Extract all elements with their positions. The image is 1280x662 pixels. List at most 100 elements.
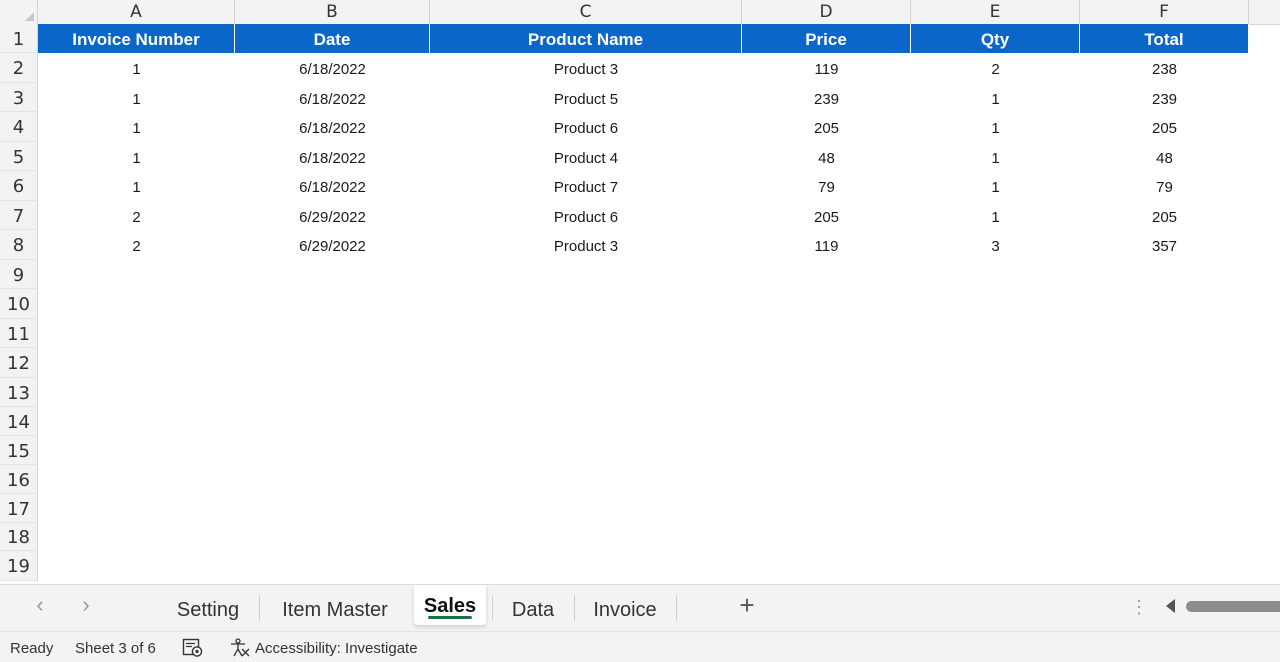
column-header-c[interactable]: C [430,0,742,24]
cell-qty[interactable]: 1 [911,201,1080,230]
cell-date[interactable]: 6/18/2022 [235,171,430,201]
cell-price[interactable]: 239 [742,83,911,112]
cell-price[interactable]: 205 [742,112,911,142]
active-tab-indicator [428,616,472,619]
cell-total[interactable]: 238 [1080,53,1249,83]
select-all-corner[interactable] [0,0,38,24]
sheet-tab-item-master[interactable]: Item Master [264,585,406,631]
header-cell-price[interactable]: Price [742,24,911,53]
tab-separator [574,595,575,621]
row-header-17[interactable]: 17 [0,494,38,523]
accessibility-icon[interactable] [229,638,251,662]
cell-invoice-number[interactable]: 1 [38,112,235,142]
horizontal-scrollbar-thumb[interactable] [1186,601,1280,612]
cell-qty[interactable]: 1 [911,142,1080,171]
cell-product-name[interactable]: Product 4 [430,142,742,171]
row-header-3[interactable]: 3 [0,83,38,112]
cell-qty[interactable]: 2 [911,53,1080,83]
cell-invoice-number[interactable]: 2 [38,201,235,230]
cell-price[interactable]: 119 [742,53,911,83]
chevron-right-icon[interactable]: › [74,593,98,617]
scroll-left-icon[interactable] [1166,599,1175,613]
cell-date[interactable]: 6/29/2022 [235,201,430,230]
column-header-d[interactable]: D [742,0,911,24]
cell-invoice-number[interactable]: 2 [38,230,235,260]
cell-product-name[interactable]: Product 6 [430,201,742,230]
row-header-6[interactable]: 6 [0,171,38,201]
sheet-tab-sales[interactable]: Sales [414,585,486,625]
status-sheet-count: Sheet 3 of 6 [75,640,156,657]
row-header-5[interactable]: 5 [0,142,38,171]
cell-qty[interactable]: 3 [911,230,1080,260]
column-header-a[interactable]: A [38,0,235,24]
more-vertical-icon[interactable]: ⋮ [1130,597,1148,618]
cell-date[interactable]: 6/18/2022 [235,112,430,142]
cell-invoice-number[interactable]: 1 [38,83,235,112]
header-cell-qty[interactable]: Qty [911,24,1080,53]
workbook-statistics-icon[interactable] [182,638,204,662]
cell-qty[interactable]: 1 [911,83,1080,112]
row-header-14[interactable]: 14 [0,407,38,436]
cell-total[interactable]: 79 [1080,171,1249,201]
row-header-8[interactable]: 8 [0,230,38,260]
cell-invoice-number[interactable]: 1 [38,53,235,83]
header-cell-date[interactable]: Date [235,24,430,53]
header-cell-total[interactable]: Total [1080,24,1249,53]
cell-price[interactable]: 119 [742,230,911,260]
cell-price[interactable]: 79 [742,171,911,201]
sheet-tab-label: Sales [423,595,477,617]
cell-product-name[interactable]: Product 3 [430,53,742,83]
row-header-9[interactable]: 9 [0,260,38,289]
row-header-11[interactable]: 11 [0,319,38,348]
cell-total[interactable]: 357 [1080,230,1249,260]
cell-invoice-number[interactable]: 1 [38,171,235,201]
column-header-f[interactable]: F [1080,0,1249,24]
cell-total[interactable]: 205 [1080,201,1249,230]
worksheet-grid[interactable]: A B C D E F 1 2 3 4 5 6 7 8 9 10 11 12 13 14 15 16 17 18 1… [0,0,1280,584]
tab-separator [676,595,677,621]
cell-total[interactable]: 48 [1080,142,1249,171]
tab-separator [259,595,260,621]
status-bar: Ready Sheet 3 of 6 Accessibility: Invest… [0,631,1280,662]
row-header-1[interactable]: 1 [0,24,38,53]
row-header-7[interactable]: 7 [0,201,38,230]
sheet-tab-invoice[interactable]: Invoice [578,585,672,631]
plus-icon[interactable]: + [734,592,760,619]
cell-date[interactable]: 6/29/2022 [235,230,430,260]
column-headers: A B C D E F [0,0,1280,25]
cell-qty[interactable]: 1 [911,112,1080,142]
cell-price[interactable]: 205 [742,201,911,230]
column-header-g[interactable] [1249,0,1280,24]
cell-product-name[interactable]: Product 3 [430,230,742,260]
header-cell-invoice-number[interactable]: Invoice Number [38,24,235,53]
cell-date[interactable]: 6/18/2022 [235,53,430,83]
cell-date[interactable]: 6/18/2022 [235,83,430,112]
column-header-e[interactable]: E [911,0,1080,24]
cell-date[interactable]: 6/18/2022 [235,142,430,171]
cell-product-name[interactable]: Product 5 [430,83,742,112]
cell-price[interactable]: 48 [742,142,911,171]
cell-total[interactable]: 205 [1080,112,1249,142]
row-header-2[interactable]: 2 [0,53,38,83]
row-header-16[interactable]: 16 [0,465,38,494]
header-cell-product-name[interactable]: Product Name [430,24,742,53]
row-header-4[interactable]: 4 [0,112,38,142]
status-accessibility[interactable]: Accessibility: Investigate [255,640,418,657]
status-ready: Ready [10,640,54,657]
row-header-10[interactable]: 10 [0,289,38,319]
chevron-left-icon[interactable]: ‹ [28,593,52,617]
row-header-15[interactable]: 15 [0,436,38,465]
row-header-12[interactable]: 12 [0,348,38,378]
cell-qty[interactable]: 1 [911,171,1080,201]
cell-product-name[interactable]: Product 7 [430,171,742,201]
column-header-b[interactable]: B [235,0,430,24]
sheet-tab-setting[interactable]: Setting [160,585,256,631]
tab-separator [492,595,493,621]
row-header-13[interactable]: 13 [0,378,38,407]
cell-product-name[interactable]: Product 6 [430,112,742,142]
cell-total[interactable]: 239 [1080,83,1249,112]
sheet-tab-data[interactable]: Data [496,585,570,631]
row-header-19[interactable]: 19 [0,551,38,581]
row-header-18[interactable]: 18 [0,523,38,551]
cell-invoice-number[interactable]: 1 [38,142,235,171]
